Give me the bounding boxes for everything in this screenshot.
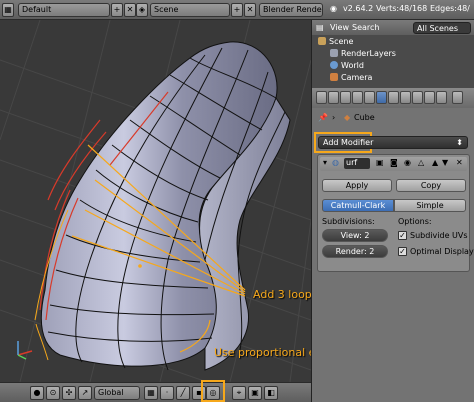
outliner-header: ▤ View Search All Scenes: [312, 20, 474, 35]
outliner-item-camera[interactable]: Camera: [312, 72, 474, 84]
pivot-point-icon[interactable]: ⊙: [46, 386, 60, 400]
scene-tab-icon[interactable]: [328, 91, 339, 104]
render-tab-icon[interactable]: [316, 91, 327, 104]
camera-icon[interactable]: ◧: [264, 386, 278, 400]
viewport-canvas[interactable]: [0, 20, 311, 382]
apply-button[interactable]: Apply: [322, 179, 392, 192]
options-label: Options:: [398, 217, 432, 226]
outliner-panel: ▤ View Search All Scenes Scene RenderLay…: [311, 20, 474, 88]
move-down-icon[interactable]: ▼: [442, 158, 448, 167]
collapse-icon[interactable]: ▾: [323, 158, 327, 167]
subdivide-uvs-label: Subdivide UVs: [410, 231, 468, 240]
cage-icon[interactable]: △: [418, 158, 424, 167]
version-text: v2.64.2: [343, 4, 374, 13]
orientation-selector[interactable]: Global: [94, 386, 140, 400]
scene-selector[interactable]: Scene: [150, 3, 230, 17]
modifier-name-field[interactable]: urf: [344, 158, 370, 169]
texture-tab-icon[interactable]: [412, 91, 423, 104]
outliner-item-scene[interactable]: Scene: [312, 36, 474, 48]
outliner-item-world[interactable]: World: [312, 60, 474, 72]
scene-icon: [318, 37, 326, 45]
modifier-type-icon: ◍: [332, 158, 339, 167]
subdivide-uvs-checkbox[interactable]: ✓: [398, 231, 407, 240]
dropdown-arrow-icon: ⬍: [456, 138, 463, 147]
close-layout-icon[interactable]: ✕: [124, 3, 136, 17]
add-modifier-label: Add Modifier: [323, 138, 374, 147]
viewport-header: ● ⊙ ✣ ↗ Global ▦ · ╱ ▪ ◎ ⌖ ▣ ◧: [0, 380, 311, 402]
3d-viewport[interactable]: Add 3 loop cuts Ctrl-R Use proportional …: [0, 20, 311, 382]
camera-render-icon[interactable]: ◙: [390, 158, 398, 167]
outliner-item-renderlayers[interactable]: RenderLayers: [312, 48, 474, 60]
close-scene-icon[interactable]: ✕: [244, 3, 256, 17]
modifiers-tab-icon[interactable]: [376, 91, 387, 104]
translate-icon[interactable]: ↗: [78, 386, 92, 400]
data-tab-icon[interactable]: [388, 91, 399, 104]
outliner-item-label: RenderLayers: [341, 49, 396, 58]
renderlayers-icon: [330, 49, 338, 57]
simple-button[interactable]: Simple: [394, 199, 466, 212]
edges-count: Edges:48/: [430, 4, 470, 13]
close-modifier-icon[interactable]: ✕: [456, 158, 463, 167]
search-menu[interactable]: Search: [352, 23, 379, 32]
render-levels-field[interactable]: Render: 2: [322, 245, 388, 258]
manipulator-icon[interactable]: ✣: [62, 386, 76, 400]
camera-icon: [330, 73, 338, 81]
pin-icon[interactable]: 📌: [318, 110, 328, 126]
move-up-icon[interactable]: ▲: [432, 158, 438, 167]
outliner-icon[interactable]: ▤: [316, 23, 324, 32]
verts-count: Verts:48/168: [376, 4, 428, 13]
outliner-item-label: Scene: [329, 37, 354, 46]
object-icon: ◆: [344, 113, 351, 122]
chevron-right-icon: ›: [332, 113, 336, 122]
snap-icon[interactable]: ⌖: [232, 386, 246, 400]
properties-panel: 📌 › ◆ Cube Add Modifier ⬍ ▾ ◍ urf ▣ ◙ ◉ …: [311, 88, 474, 402]
material-tab-icon[interactable]: [400, 91, 411, 104]
loopcut-annotation: Add 3 loop cuts Ctrl-R: [253, 288, 311, 301]
object-tab-icon[interactable]: [352, 91, 363, 104]
info-header: ▦ Default + ✕ ◈ Scene + ✕ Blender Render…: [0, 0, 474, 20]
vertex-select-icon[interactable]: ·: [160, 386, 174, 400]
add-layout-icon[interactable]: +: [111, 3, 123, 17]
outliner-item-label: Camera: [341, 73, 373, 82]
edge-select-icon[interactable]: ╱: [176, 386, 190, 400]
render-engine-selector[interactable]: Blender Render: [259, 3, 323, 17]
add-modifier-button[interactable]: Add Modifier ⬍: [318, 136, 468, 149]
layers-icon[interactable]: ▦: [144, 386, 158, 400]
visibility-icon[interactable]: ◉: [404, 158, 411, 167]
breadcrumb: 📌 › ◆ Cube: [312, 110, 474, 126]
world-icon: [330, 61, 338, 69]
scroll-right-icon[interactable]: [452, 91, 463, 104]
render-icon[interactable]: ▣: [248, 386, 262, 400]
object-name: Cube: [354, 113, 375, 122]
constraints-tab-icon[interactable]: [364, 91, 375, 104]
layout-selector[interactable]: Default: [18, 3, 110, 17]
blender-logo-icon: ◉: [330, 4, 337, 13]
optimal-display-checkbox[interactable]: ✓: [398, 247, 407, 256]
optimal-display-label: Optimal Display: [410, 247, 474, 256]
view-menu[interactable]: View: [330, 23, 349, 32]
shading-solid-icon[interactable]: ●: [30, 386, 44, 400]
subsurf-modifier-panel: ▾ ◍ urf ▣ ◙ ◉ △ ▲ ▼ ✕ Apply Copy Catmull…: [317, 154, 474, 272]
editmode-icon[interactable]: ▣: [376, 158, 384, 167]
modifier-header: ▾ ◍ urf ▣ ◙ ◉ △ ▲ ▼ ✕: [320, 157, 467, 171]
world-tab-icon[interactable]: [340, 91, 351, 104]
view-levels-field[interactable]: View: 2: [322, 229, 388, 242]
add-scene-icon[interactable]: +: [231, 3, 243, 17]
properties-tabs: [312, 88, 474, 108]
copy-button[interactable]: Copy: [396, 179, 466, 192]
scene-filter-selector[interactable]: All Scenes: [413, 22, 471, 34]
proportional-edit-highlight: [201, 380, 225, 402]
physics-tab-icon[interactable]: [436, 91, 447, 104]
subdivisions-label: Subdivisions:: [322, 217, 375, 226]
catmull-clark-button[interactable]: Catmull-Clark: [322, 199, 394, 212]
cube-mesh: [34, 41, 291, 371]
editor-type-icon[interactable]: ▦: [2, 3, 14, 17]
outliner-item-label: World: [341, 61, 364, 70]
proportional-annotation: Use proportional edit to scale red loop: [214, 346, 311, 359]
scene-icon[interactable]: ◈: [136, 3, 148, 17]
particles-tab-icon[interactable]: [424, 91, 435, 104]
